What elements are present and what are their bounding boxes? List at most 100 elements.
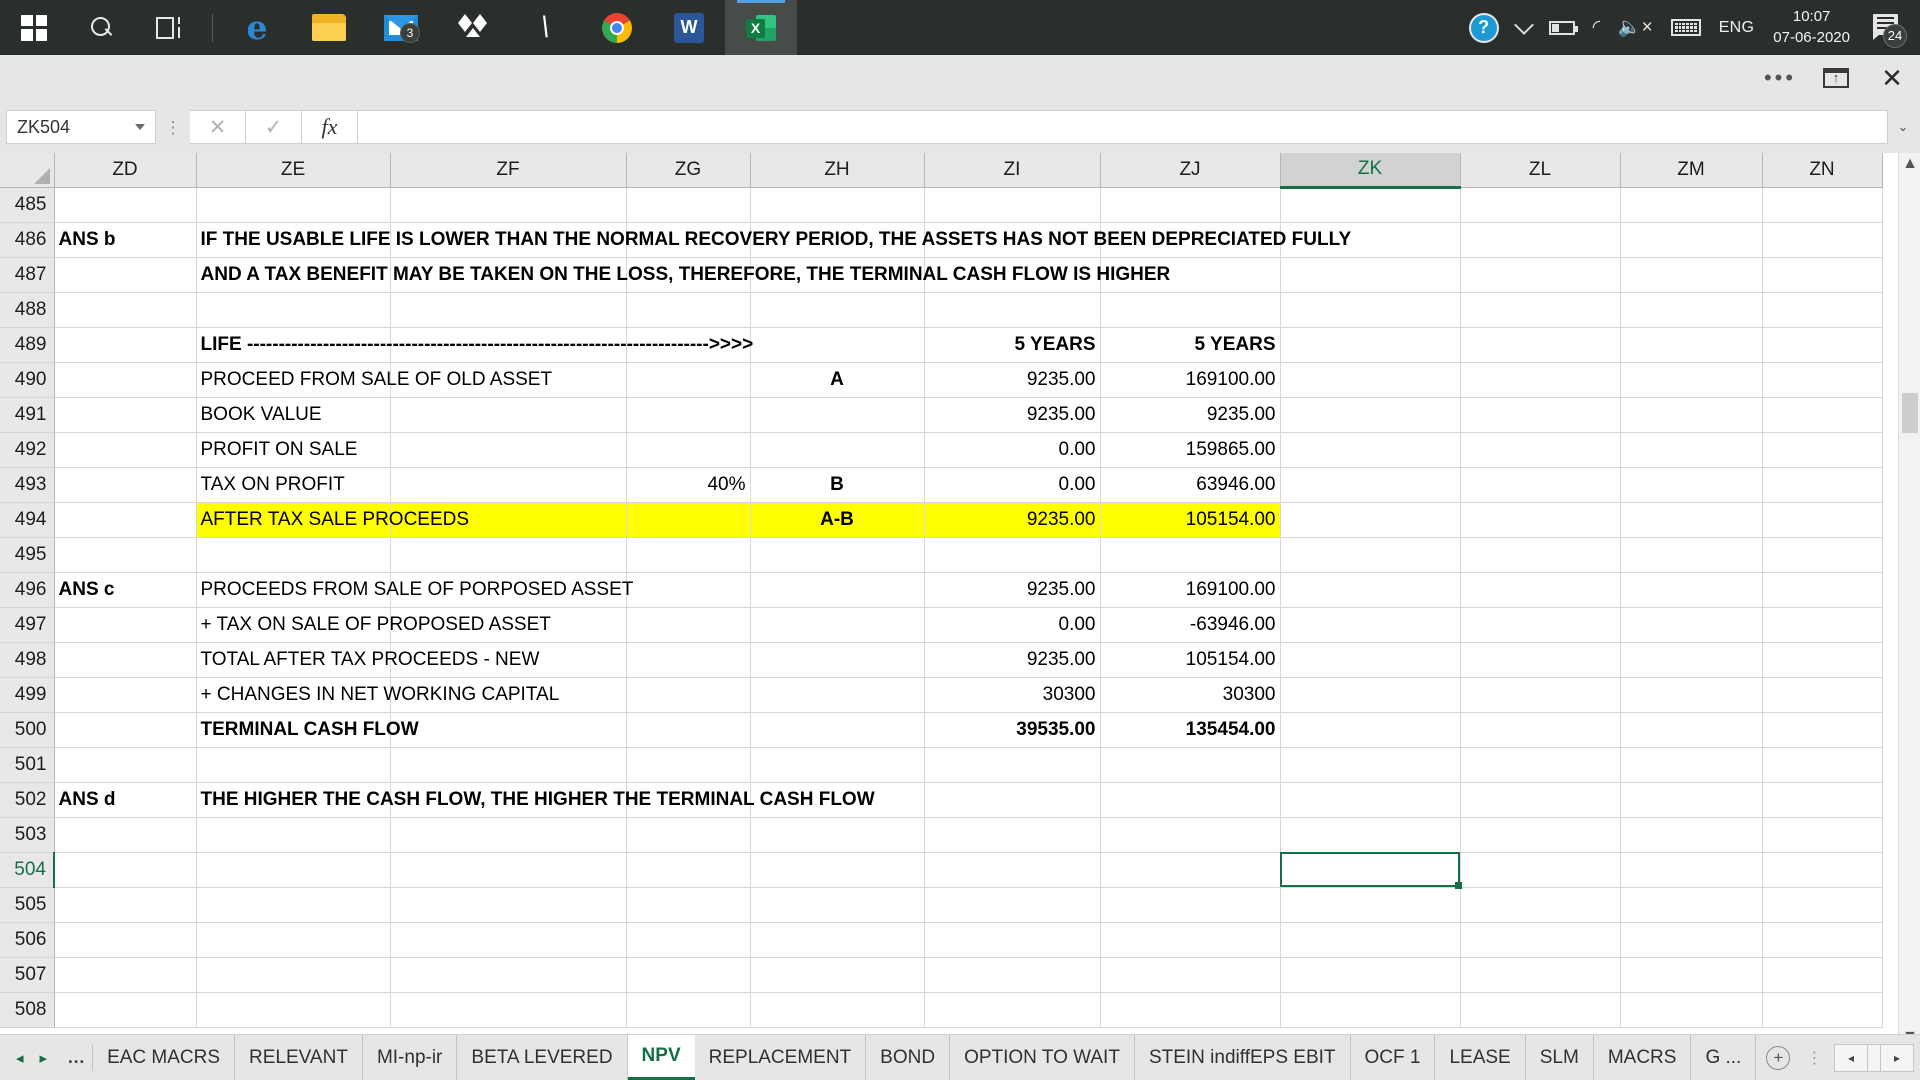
row-header-505[interactable]: 505 [0, 887, 55, 923]
cell-ZJ508[interactable] [1100, 992, 1281, 1028]
cell-ZG505[interactable] [626, 887, 751, 923]
cell-ZN494[interactable] [1762, 502, 1883, 538]
column-header-zd[interactable]: ZD [54, 153, 197, 188]
cell-ZE503[interactable] [196, 817, 391, 853]
cell-ZG492[interactable] [626, 432, 751, 468]
cell-ZI498[interactable]: 9235.00 [924, 642, 1101, 678]
cell-ZK490[interactable] [1280, 362, 1461, 398]
cell-ZJ497[interactable]: -63946.00 [1100, 607, 1281, 643]
row-header-498[interactable]: 498 [0, 642, 55, 678]
cell-ZK496[interactable] [1280, 572, 1461, 608]
cell-ZJ496[interactable]: 169100.00 [1100, 572, 1281, 608]
cell-ZL494[interactable] [1460, 502, 1621, 538]
insert-function-button[interactable]: fx [302, 110, 358, 144]
cell-ZH496[interactable] [750, 572, 925, 608]
cell-ZG490[interactable] [626, 362, 751, 398]
name-box-resize-handle[interactable]: ⋮ [156, 119, 190, 136]
cell-ZN500[interactable] [1762, 712, 1883, 748]
sheet-tab-slm[interactable]: SLM [1526, 1035, 1594, 1080]
cell-ZH494[interactable]: A-B [750, 502, 925, 538]
row-header-490[interactable]: 490 [0, 362, 55, 398]
cell-ZL508[interactable] [1460, 992, 1621, 1028]
cell-ZN498[interactable] [1762, 642, 1883, 678]
cell-ZI501[interactable] [924, 747, 1101, 783]
cell-ZM499[interactable] [1620, 677, 1763, 713]
cell-ZI497[interactable]: 0.00 [924, 607, 1101, 643]
cell-ZH490[interactable]: A [750, 362, 925, 398]
cell-ZL485[interactable] [1460, 187, 1621, 223]
row-header-488[interactable]: 488 [0, 292, 55, 328]
cell-ZH500[interactable] [750, 712, 925, 748]
cell-ZG491[interactable] [626, 397, 751, 433]
taskbar-app-bolt[interactable]: \ [509, 0, 581, 55]
cell-ZN496[interactable] [1762, 572, 1883, 608]
sheet-tab-replacement[interactable]: REPLACEMENT [695, 1035, 867, 1080]
cell-ZN507[interactable] [1762, 957, 1883, 993]
cell-ZL503[interactable] [1460, 817, 1621, 853]
cell-ZN489[interactable] [1762, 327, 1883, 363]
cell-ZK504[interactable] [1280, 852, 1461, 888]
cell-ZN495[interactable] [1762, 537, 1883, 573]
cell-ZK497[interactable] [1280, 607, 1461, 643]
cell-ZM507[interactable] [1620, 957, 1763, 993]
column-header-zh[interactable]: ZH [750, 153, 925, 188]
sheet-tab-eac-macrs[interactable]: EAC MACRS [93, 1035, 236, 1080]
cell-ZD503[interactable] [54, 817, 197, 853]
cell-ZJ495[interactable] [1100, 537, 1281, 573]
taskbar-app-chrome[interactable] [581, 0, 653, 55]
cell-ZF493[interactable] [390, 467, 627, 503]
ribbon-display-options-button[interactable] [1808, 55, 1864, 101]
cell-ZH507[interactable] [750, 957, 925, 993]
cell-ZL496[interactable] [1460, 572, 1621, 608]
cell-ZK501[interactable] [1280, 747, 1461, 783]
cell-ZE498[interactable]: TOTAL AFTER TAX PROCEEDS - NEW [196, 642, 539, 678]
cell-ZL502[interactable] [1460, 782, 1621, 818]
cell-ZL487[interactable] [1460, 257, 1621, 293]
cell-ZJ504[interactable] [1100, 852, 1281, 888]
cell-ZD495[interactable] [54, 537, 197, 573]
cell-ZL505[interactable] [1460, 887, 1621, 923]
cell-ZJ485[interactable] [1100, 187, 1281, 223]
cell-ZN504[interactable] [1762, 852, 1883, 888]
cell-ZF507[interactable] [390, 957, 627, 993]
cell-ZM506[interactable] [1620, 922, 1763, 958]
cell-ZJ492[interactable]: 159865.00 [1100, 432, 1281, 468]
hscroll-track[interactable] [1868, 1043, 1880, 1072]
row-header-489[interactable]: 489 [0, 327, 55, 363]
cell-ZE489[interactable]: LIFE -----------------------------------… [196, 327, 753, 363]
cell-ZM508[interactable] [1620, 992, 1763, 1028]
cell-ZH489[interactable] [750, 327, 925, 363]
taskbar-app-mail[interactable]: 3 [365, 0, 437, 55]
cell-ZN492[interactable] [1762, 432, 1883, 468]
cell-ZN497[interactable] [1762, 607, 1883, 643]
spreadsheet-grid[interactable]: ZD ZE ZF ZG ZH ZI ZJ ZK ZL ZM ZN 485 486 ANS b IF THE… [0, 153, 1920, 1048]
cell-ZK494[interactable] [1280, 502, 1461, 538]
row-header-486[interactable]: 486 [0, 222, 55, 258]
cell-ZF503[interactable] [390, 817, 627, 853]
select-all-corner[interactable] [0, 153, 55, 188]
cell-ZN505[interactable] [1762, 887, 1883, 923]
cell-ZF485[interactable] [390, 187, 627, 223]
cell-ZD493[interactable] [54, 467, 197, 503]
cell-ZD485[interactable] [54, 187, 197, 223]
column-header-zl[interactable]: ZL [1460, 153, 1621, 188]
scroll-up-button[interactable]: ▲ [1899, 153, 1920, 175]
cell-ZM500[interactable] [1620, 712, 1763, 748]
cell-ZE506[interactable] [196, 922, 391, 958]
cell-ZD499[interactable] [54, 677, 197, 713]
cell-ZJ489[interactable]: 5 YEARS [1100, 327, 1281, 363]
close-window-button[interactable]: ✕ [1864, 55, 1920, 101]
cell-ZM497[interactable] [1620, 607, 1763, 643]
cell-ZN485[interactable] [1762, 187, 1883, 223]
row-header-496[interactable]: 496 [0, 572, 55, 608]
cell-ZN501[interactable] [1762, 747, 1883, 783]
cell-ZE507[interactable] [196, 957, 391, 993]
last-sheet-arrow[interactable]: ▸ [40, 1049, 48, 1067]
cell-ZJ503[interactable] [1100, 817, 1281, 853]
cell-ZN493[interactable] [1762, 467, 1883, 503]
cell-ZM496[interactable] [1620, 572, 1763, 608]
cell-ZH497[interactable] [750, 607, 925, 643]
cell-ZK498[interactable] [1280, 642, 1461, 678]
cell-ZL492[interactable] [1460, 432, 1621, 468]
column-header-zj[interactable]: ZJ [1100, 153, 1281, 188]
